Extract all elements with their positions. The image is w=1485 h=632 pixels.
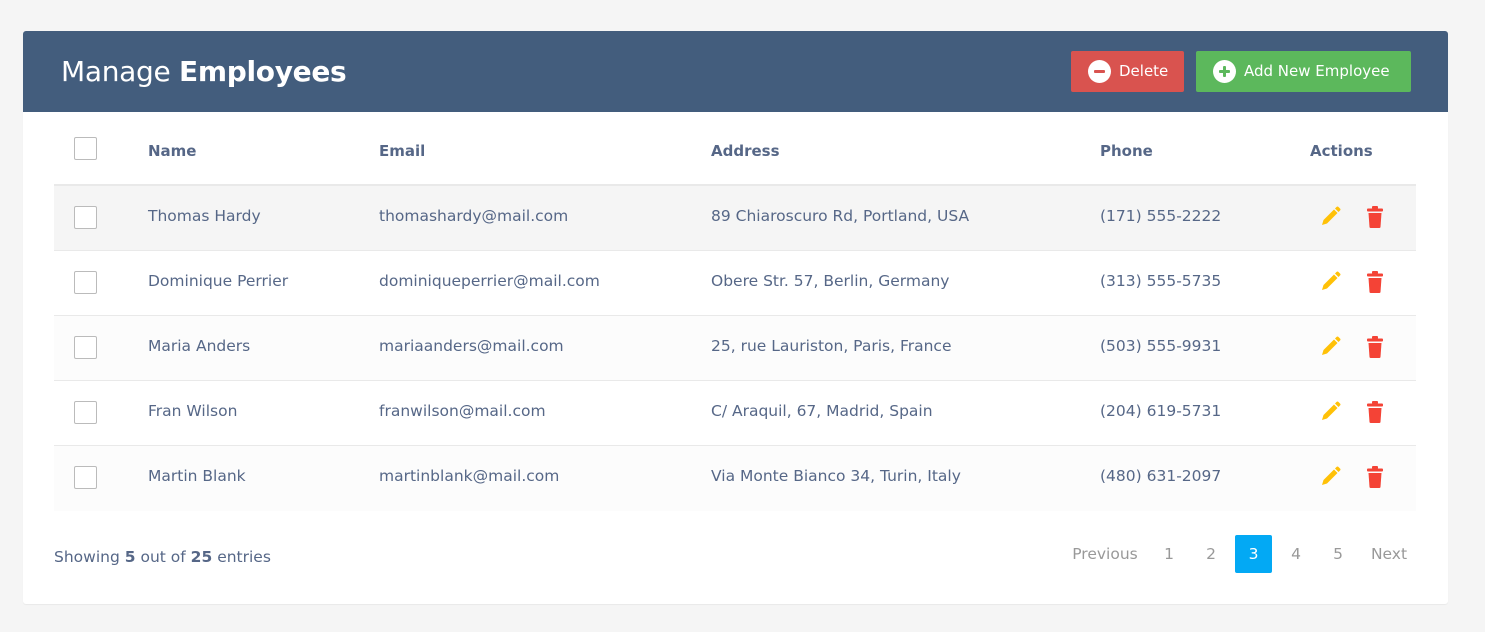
- cell-address: Via Monte Bianco 34, Turin, Italy: [711, 467, 961, 485]
- page-title: Manage Employees: [61, 55, 347, 89]
- cell-name: Maria Anders: [148, 337, 251, 355]
- cell-address: C/ Araquil, 67, Madrid, Spain: [711, 402, 933, 420]
- cell-name: Martin Blank: [148, 467, 246, 485]
- page-1[interactable]: 1: [1154, 535, 1184, 573]
- cell-address: 89 Chiaroscuro Rd, Portland, USA: [711, 207, 970, 225]
- column-header-actions: Actions: [1310, 142, 1373, 160]
- add-button-label: Add New Employee: [1244, 62, 1390, 80]
- minus-circle-icon: [1088, 60, 1111, 83]
- pencil-icon[interactable]: [1319, 205, 1341, 229]
- trash-icon[interactable]: [1364, 400, 1386, 424]
- trash-icon[interactable]: [1364, 270, 1386, 294]
- column-header-address[interactable]: Address: [711, 142, 780, 160]
- trash-icon[interactable]: [1364, 335, 1386, 359]
- table-row: Fran Wilson franwilson@mail.com C/ Araqu…: [54, 381, 1416, 446]
- cell-phone: (480) 631-2097: [1100, 467, 1222, 485]
- table-row: Martin Blank martinblank@mail.com Via Mo…: [54, 446, 1416, 511]
- delete-button-label: Delete: [1119, 62, 1169, 80]
- pencil-icon[interactable]: [1319, 400, 1341, 424]
- cell-email: dominiqueperrier@mail.com: [379, 272, 600, 290]
- trash-icon[interactable]: [1364, 465, 1386, 489]
- trash-icon[interactable]: [1364, 205, 1386, 229]
- cell-phone: (204) 619-5731: [1100, 402, 1222, 420]
- table-row: Thomas Hardy thomashardy@mail.com 89 Chi…: [54, 186, 1416, 251]
- select-all-checkbox[interactable]: [74, 137, 97, 160]
- pencil-icon[interactable]: [1319, 270, 1341, 294]
- page-4[interactable]: 4: [1281, 535, 1311, 573]
- column-header-phone[interactable]: Phone: [1100, 142, 1153, 160]
- row-checkbox[interactable]: [74, 271, 97, 294]
- cell-email: franwilson@mail.com: [379, 402, 546, 420]
- page-next[interactable]: Next: [1364, 535, 1414, 573]
- employees-card: Manage Employees Delete Add New Employee…: [23, 31, 1448, 604]
- pagination: Previous 1 2 3 4 5 Next: [23, 535, 1448, 573]
- title-bold: Employees: [179, 55, 347, 88]
- cell-phone: (171) 555-2222: [1100, 207, 1222, 225]
- title-light: Manage: [61, 55, 171, 88]
- row-checkbox[interactable]: [74, 336, 97, 359]
- cell-email: martinblank@mail.com: [379, 467, 560, 485]
- cell-phone: (313) 555-5735: [1100, 272, 1222, 290]
- card-header: Manage Employees Delete Add New Employee: [23, 31, 1448, 112]
- row-checkbox[interactable]: [74, 401, 97, 424]
- pencil-icon[interactable]: [1319, 335, 1341, 359]
- cell-phone: (503) 555-9931: [1100, 337, 1222, 355]
- cell-address: 25, rue Lauriston, Paris, France: [711, 337, 952, 355]
- pencil-icon[interactable]: [1319, 465, 1341, 489]
- row-checkbox[interactable]: [74, 206, 97, 229]
- page-5[interactable]: 5: [1323, 535, 1353, 573]
- page-2[interactable]: 2: [1196, 535, 1226, 573]
- employees-table: Name Email Address Phone Actions Thomas …: [54, 112, 1416, 511]
- table-row: Dominique Perrier dominiqueperrier@mail.…: [54, 251, 1416, 316]
- row-checkbox[interactable]: [74, 466, 97, 489]
- table-row: Maria Anders mariaanders@mail.com 25, ru…: [54, 316, 1416, 381]
- plus-circle-icon: [1213, 60, 1236, 83]
- page-previous[interactable]: Previous: [1063, 535, 1147, 573]
- cell-address: Obere Str. 57, Berlin, Germany: [711, 272, 950, 290]
- cell-email: thomashardy@mail.com: [379, 207, 569, 225]
- column-header-email[interactable]: Email: [379, 142, 425, 160]
- page-3[interactable]: 3: [1235, 535, 1272, 573]
- table-header: Name Email Address Phone Actions: [54, 112, 1416, 186]
- delete-button[interactable]: Delete: [1071, 51, 1184, 92]
- column-header-name[interactable]: Name: [148, 142, 196, 160]
- cell-name: Dominique Perrier: [148, 272, 289, 290]
- cell-name: Thomas Hardy: [148, 207, 261, 225]
- add-new-employee-button[interactable]: Add New Employee: [1196, 51, 1411, 92]
- cell-email: mariaanders@mail.com: [379, 337, 564, 355]
- cell-name: Fran Wilson: [148, 402, 238, 420]
